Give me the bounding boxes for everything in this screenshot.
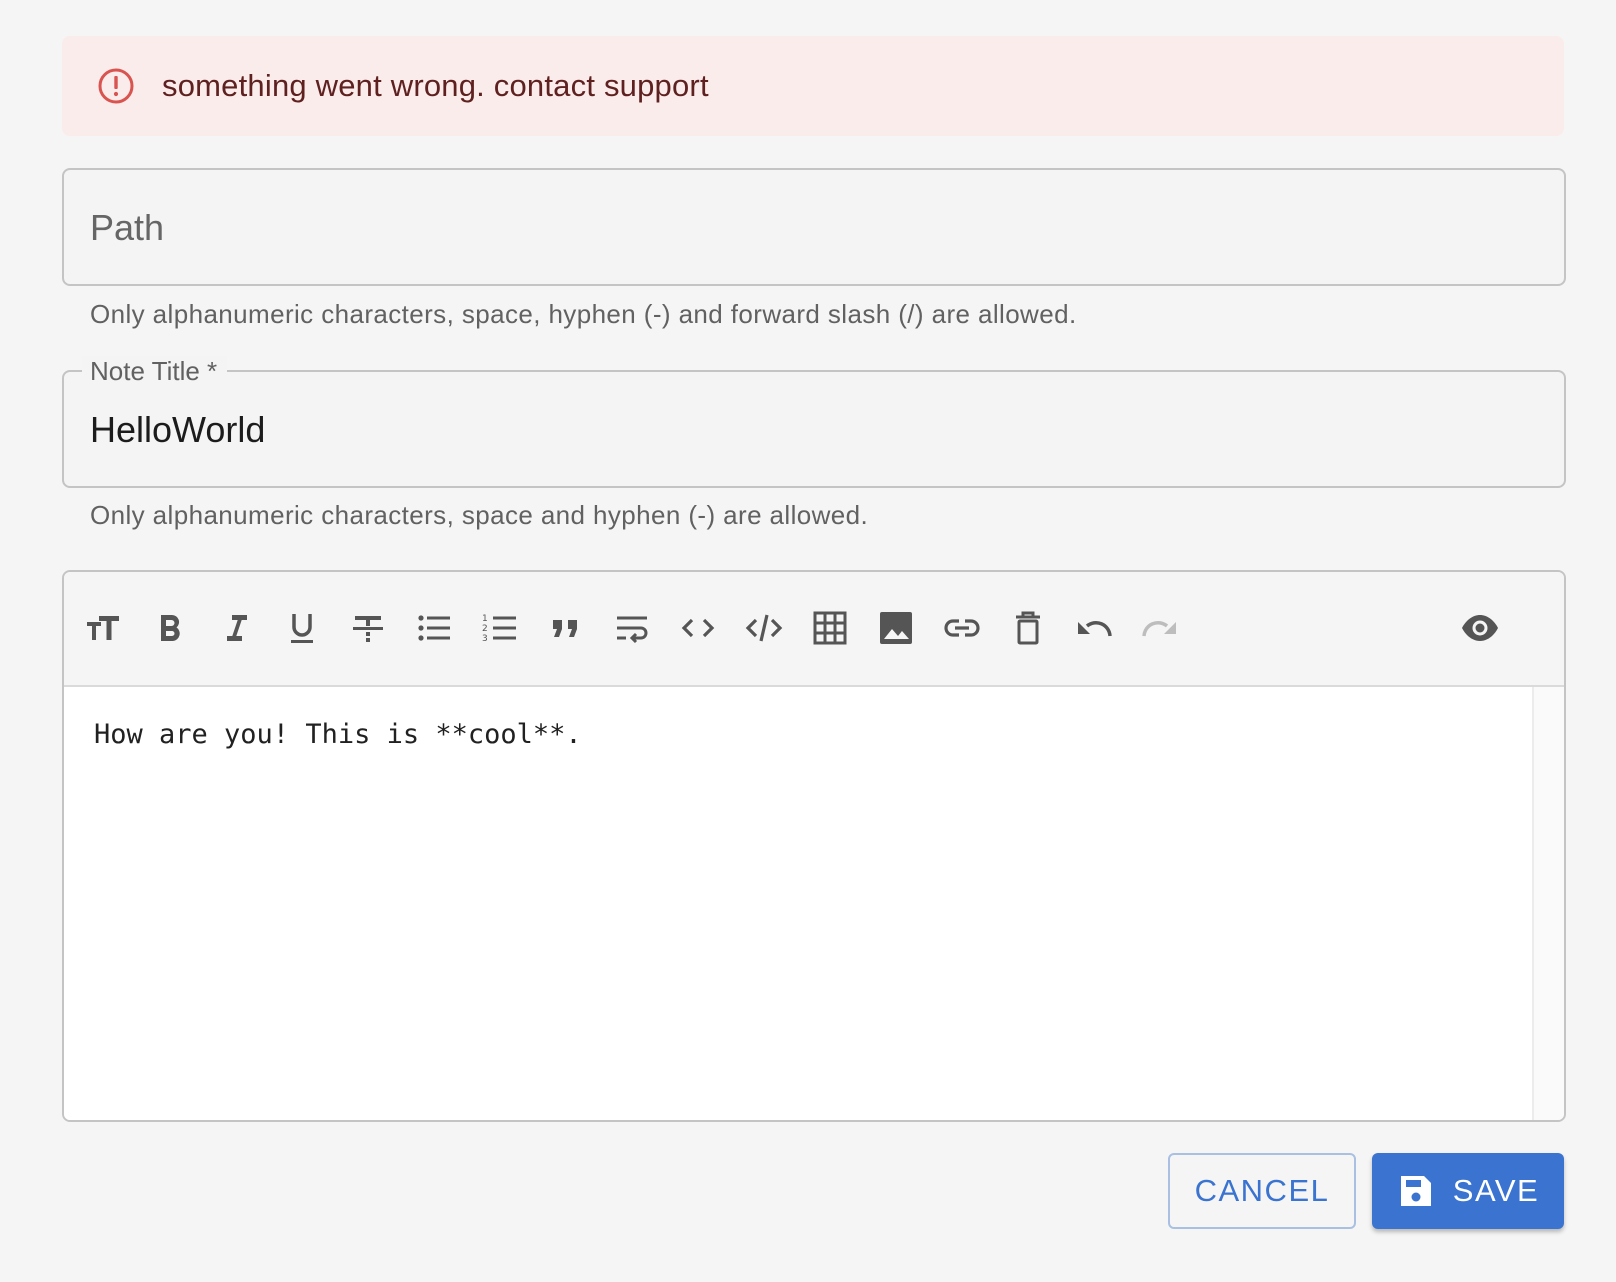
svg-text:2: 2 — [482, 624, 488, 634]
error-outline-icon — [96, 66, 136, 106]
inline-code-icon[interactable] — [676, 606, 720, 650]
clear-icon[interactable] — [1006, 606, 1050, 650]
line-break-icon[interactable] — [610, 606, 654, 650]
path-helper-text: Only alphanumeric characters, space, hyp… — [90, 299, 1077, 329]
note-title-input[interactable]: Note Title * HelloWorld — [62, 356, 1566, 488]
bold-icon[interactable] — [148, 606, 192, 650]
table-icon[interactable] — [808, 606, 852, 650]
link-icon[interactable] — [940, 606, 984, 650]
path-input[interactable]: Path — [62, 168, 1566, 286]
quote-icon[interactable] — [544, 606, 588, 650]
preview-eye-icon[interactable] — [1458, 606, 1502, 650]
path-placeholder: Path — [90, 207, 165, 248]
numbered-list-icon[interactable]: 123 — [478, 606, 522, 650]
editor-content: How are you! This is **cool**. — [94, 719, 582, 750]
redo-icon[interactable] — [1138, 606, 1182, 650]
cancel-button[interactable]: CANCEL — [1168, 1153, 1356, 1229]
undo-icon[interactable] — [1072, 606, 1116, 650]
note-title-value: HelloWorld — [90, 409, 266, 450]
underline-icon[interactable] — [280, 606, 324, 650]
note-title-helper-text: Only alphanumeric characters, space and … — [90, 500, 869, 530]
image-icon[interactable] — [874, 606, 918, 650]
error-alert: something went wrong. contact support — [62, 36, 1564, 136]
heading-icon[interactable] — [82, 606, 126, 650]
svg-text:1: 1 — [482, 614, 488, 624]
svg-text:3: 3 — [482, 634, 488, 644]
save-icon — [1397, 1172, 1435, 1210]
editor-toolbar: 123 — [64, 572, 1564, 687]
markdown-editor: 123 How are you! This is **cool**. — [62, 570, 1566, 1122]
note-title-label: Note Title * — [82, 356, 228, 386]
save-button-label: SAVE — [1452, 1173, 1540, 1208]
editor-textarea[interactable]: How are you! This is **cool**. — [64, 687, 1534, 1120]
italic-icon[interactable] — [214, 606, 258, 650]
cancel-button-label: CANCEL — [1194, 1173, 1330, 1208]
editor-scrollbar[interactable] — [1532, 687, 1564, 1120]
note-editor-page: something went wrong. contact support Pa… — [0, 0, 1616, 1282]
save-button[interactable]: SAVE — [1372, 1153, 1564, 1229]
strikethrough-icon[interactable] — [346, 606, 390, 650]
error-message: something went wrong. contact support — [162, 68, 709, 103]
bulleted-list-icon[interactable] — [412, 606, 456, 650]
code-block-icon[interactable] — [742, 606, 786, 650]
